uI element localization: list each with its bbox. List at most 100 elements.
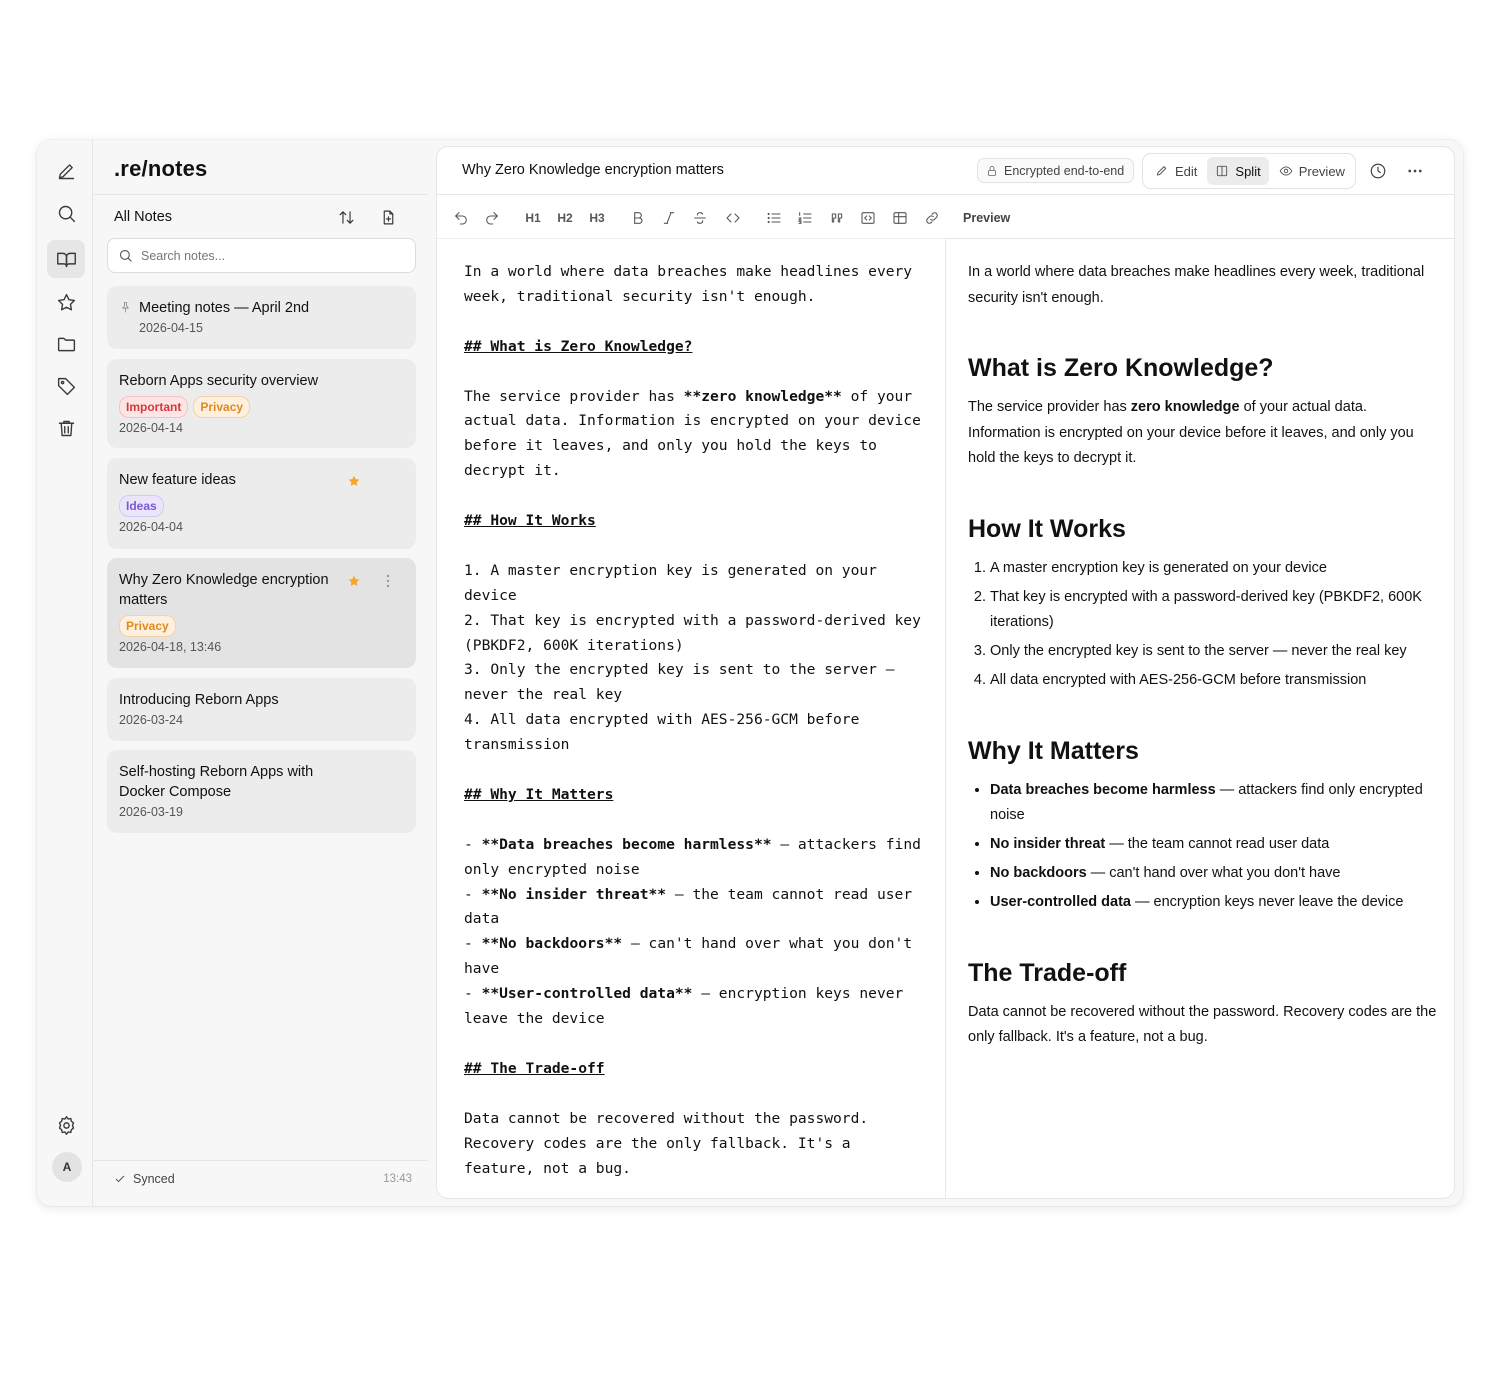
markdown-source-pane[interactable]: In a world where data breaches make head… [437,239,946,1198]
bold-button[interactable] [628,207,648,229]
star-icon [57,293,75,310]
tag-badge[interactable]: Privacy [119,615,176,637]
search-input[interactable] [141,248,401,263]
new-note-file-button[interactable] [375,204,401,230]
note-date: 2026-04-18, 13:46 [119,640,222,654]
preview-label: Preview [963,211,1011,225]
link-icon [926,212,938,224]
preview-ordered-list: A master encryption key is generated on … [990,556,1438,694]
trash-nav-button[interactable] [47,409,85,447]
heading3-button[interactable]: H3 [585,207,609,229]
preview-paragraph: The service provider has zero knowledge … [968,399,1414,466]
link-button[interactable] [922,207,942,229]
table-button[interactable] [890,207,910,229]
split-mode-button[interactable]: Split [1207,157,1269,185]
tag-icon [57,377,75,395]
folders-nav-button[interactable] [47,325,85,363]
tag-badge[interactable]: Privacy [193,396,251,418]
sync-status-text: Synced [133,1172,175,1186]
strikethrough-button[interactable] [690,207,710,229]
redo-button[interactable] [482,207,502,229]
bullet-list-button[interactable] [764,207,784,229]
preview-heading: How It Works [968,514,1126,543]
note-card[interactable]: Self-hosting Reborn Apps with Docker Com… [107,750,416,833]
editor-panel: Why Zero Knowledge encryption matters En… [436,146,1455,1199]
list-item: Data breaches become harmless — attacker… [990,778,1438,829]
search-icon [58,205,75,222]
table-icon [893,212,907,224]
sort-button[interactable] [333,204,359,230]
tag-badge[interactable]: Ideas [119,495,164,517]
italic-button[interactable] [659,207,679,229]
preview-mode-label: Preview [1298,163,1345,179]
undo-button[interactable] [451,207,471,229]
all-notes-nav-button[interactable] [47,240,85,278]
divider [94,1160,428,1161]
bullet-list-icon [767,212,781,224]
list-item: Only the encrypted key is sent to the se… [990,639,1438,665]
divider [94,194,428,195]
tag-list: Important Privacy [119,396,404,418]
eye-icon [1279,166,1293,176]
star-icon[interactable] [347,574,361,588]
search-box[interactable] [107,238,416,273]
note-title-text: Meeting notes — April 2nd [139,300,310,316]
source-bold: **Data breaches become harmless** [481,835,772,853]
book-icon [56,252,76,267]
note-title: Reborn Apps security overview [119,373,319,389]
preview-heading: Why It Matters [968,736,1139,765]
tag-list: Privacy [119,615,404,637]
inline-code-button[interactable] [722,207,744,229]
brand-logo: .re/notes [114,156,208,181]
preview-header: Preview [946,196,1454,239]
columns-icon [1217,165,1228,177]
note-card-selected[interactable]: Why Zero Knowledge encryption matters Pr… [107,558,416,668]
sync-time: 13:43 [383,1173,412,1185]
list-item: User-controlled data — encryption keys n… [990,890,1438,916]
encryption-badge: Encrypted end-to-end [977,158,1135,183]
bold-icon [634,212,643,224]
search-icon [119,249,132,262]
heading1-button[interactable]: H1 [521,207,545,229]
more-options-icon[interactable] [384,574,392,588]
avatar[interactable]: A [52,1152,82,1182]
edit-mode-button[interactable]: Edit [1147,157,1205,185]
note-card[interactable]: New feature ideas Ideas 2026-04-04 [107,458,416,549]
note-date: 2026-04-04 [119,520,183,534]
settings-button[interactable] [47,1106,85,1144]
note-card[interactable]: Reborn Apps security overview Important … [107,359,416,448]
note-date: 2026-04-14 [119,421,183,435]
undo-icon [455,212,467,225]
encryption-badge-label: Encrypted end-to-end [1004,163,1125,178]
view-mode-toggle: Edit Split Preview [1142,153,1356,189]
source-bold: **User-controlled data** [481,985,693,1003]
note-card[interactable]: Introducing Reborn Apps 2026-03-24 [107,678,416,741]
lock-icon [988,165,996,176]
sort-icon [339,210,353,224]
note-title-field[interactable]: Why Zero Knowledge encryption matters [462,162,724,178]
pin-icon [119,300,133,314]
preview-heading: The Trade-off [968,958,1127,987]
more-options-button[interactable] [1404,160,1426,182]
code-block-icon [861,212,875,224]
file-plus-icon [383,210,393,224]
quote-icon [831,213,843,223]
code-block-button[interactable] [858,207,878,229]
note-card[interactable]: Meeting notes — April 2nd 2026-04-15 [107,286,416,349]
folder-icon [57,337,75,351]
numbered-list-button[interactable] [795,207,815,229]
preview-mode-button[interactable]: Preview [1271,157,1353,185]
new-note-button[interactable] [47,152,85,190]
favorites-nav-button[interactable] [47,283,85,321]
history-button[interactable] [1367,160,1389,182]
app-window: A .re/notes All Notes Meeting notes — Ap… [37,140,1463,1206]
search-nav-button[interactable] [47,194,85,232]
heading2-button[interactable]: H2 [553,207,577,229]
source-heading: ## Why It Matters [464,785,614,803]
markdown-source[interactable]: In a world where data breaches make head… [464,260,924,1181]
source-line: 3. Only the encrypted key is sent to the… [464,661,904,704]
quote-button[interactable] [827,207,847,229]
tags-nav-button[interactable] [47,367,85,405]
star-icon[interactable] [347,474,361,488]
tag-badge[interactable]: Important [119,396,189,418]
